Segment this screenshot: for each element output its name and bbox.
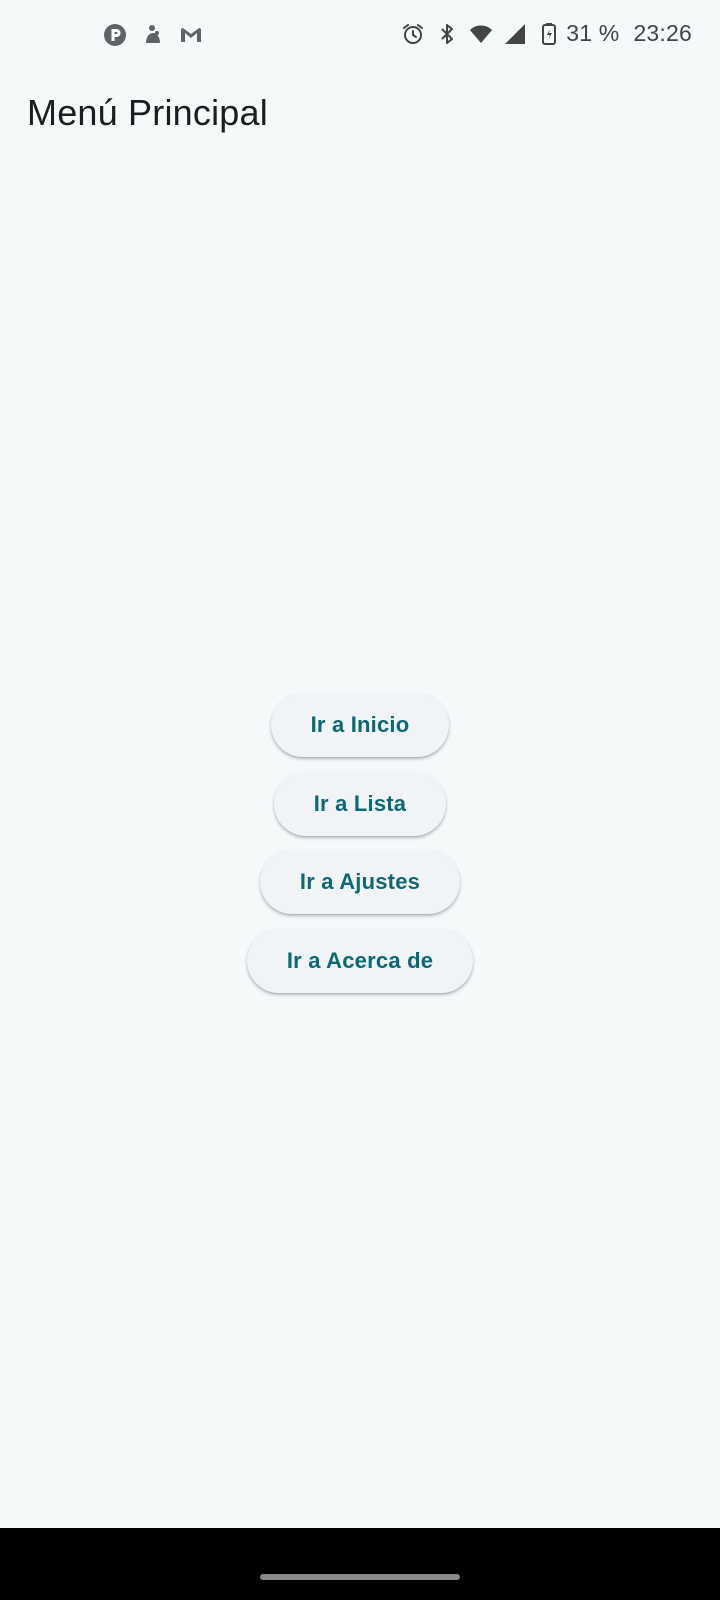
go-list-button[interactable]: Ir a Lista <box>273 771 447 836</box>
wifi-icon <box>468 21 494 47</box>
figure-icon <box>140 22 166 48</box>
p-badge-icon <box>102 22 128 48</box>
battery-charging-icon <box>536 21 562 47</box>
home-gesture-handle[interactable] <box>260 1574 460 1580</box>
status-bar: 31 % 23:26 <box>0 0 720 72</box>
system-status: 31 % 23:26 <box>400 20 692 47</box>
go-home-button[interactable]: Ir a Inicio <box>270 693 450 757</box>
navigation-bar <box>0 1528 720 1600</box>
bluetooth-icon <box>434 21 460 47</box>
notification-icons <box>102 22 204 48</box>
main-menu: Ir a Inicio Ir a Lista Ir a Ajustes Ir a… <box>0 693 720 1007</box>
clock: 23:26 <box>633 20 692 46</box>
go-settings-button[interactable]: Ir a Ajustes <box>259 850 461 915</box>
signal-icon <box>502 21 528 47</box>
page-title: Menú Principal <box>27 92 268 133</box>
battery-level: 31 % <box>566 20 620 46</box>
go-about-button[interactable]: Ir a Acerca de <box>246 928 474 993</box>
alarm-icon <box>400 21 426 47</box>
gmail-icon <box>178 22 204 48</box>
